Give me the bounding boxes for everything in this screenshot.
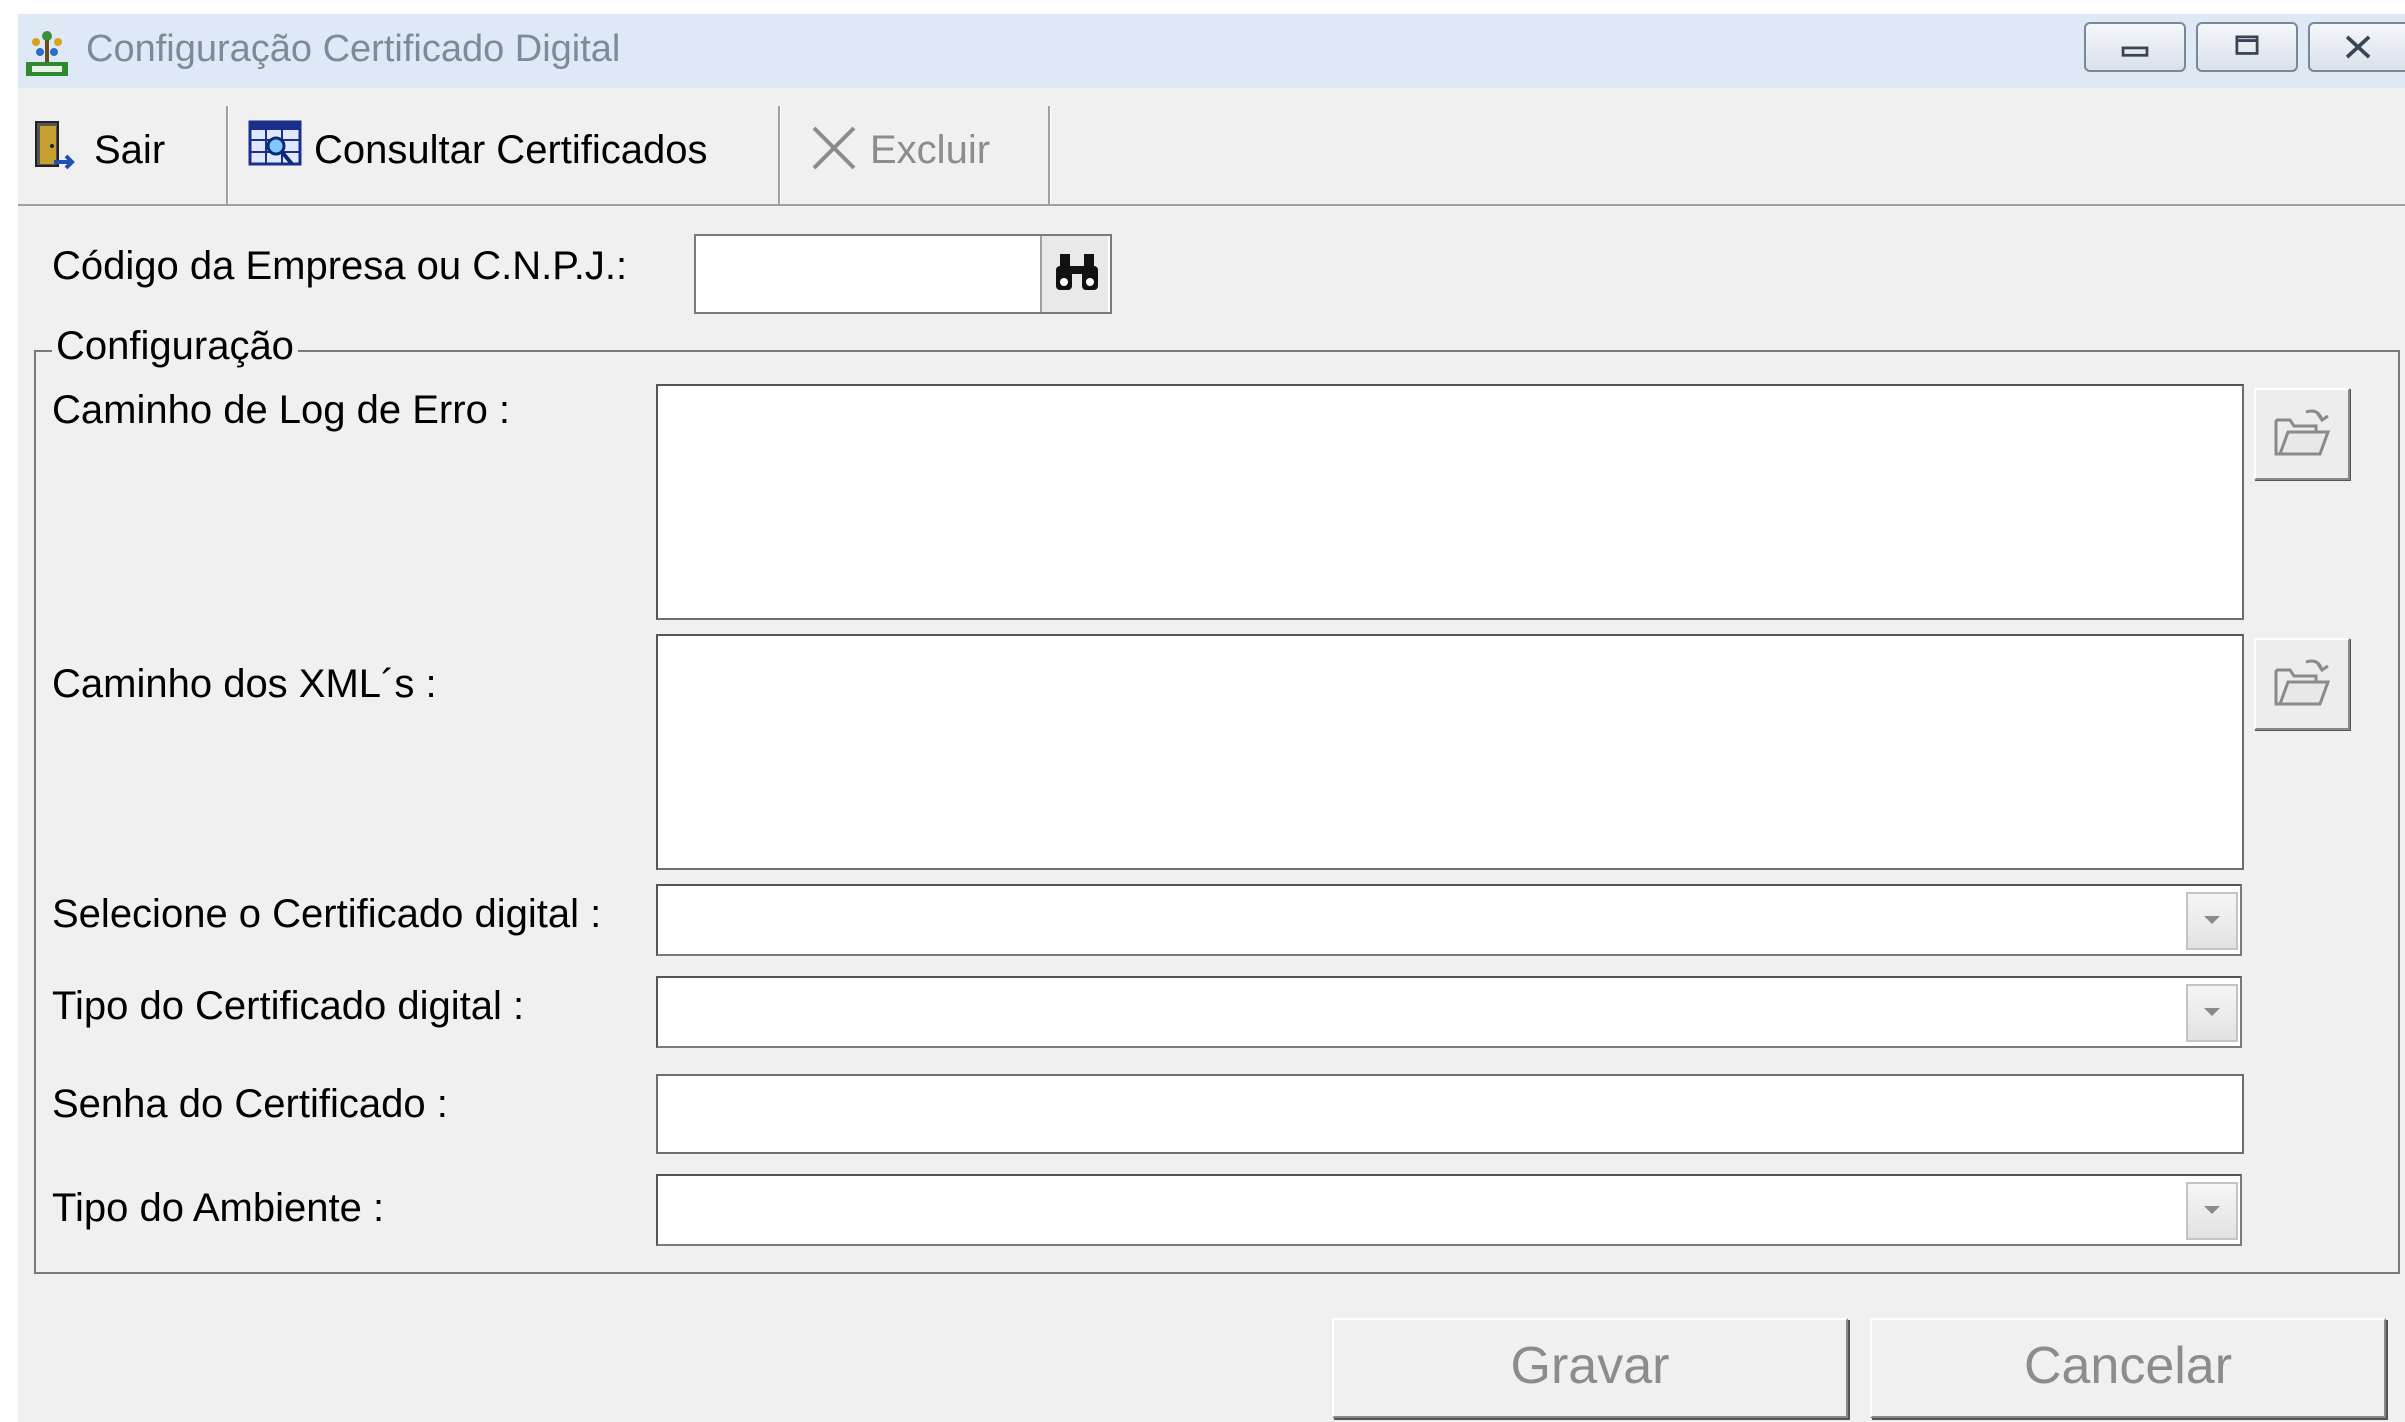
- binoculars-icon: [1056, 254, 1098, 290]
- cnpj-label: Código da Empresa ou C.N.P.J.:: [52, 244, 628, 288]
- config-certificado-window: Configuração Certificado Digital Sair Co…: [18, 14, 2405, 1422]
- consultar-label: Consultar Certificados: [314, 128, 708, 172]
- tipo-certificado-dropdown-button[interactable]: [2186, 984, 2238, 1042]
- cancelar-label: Cancelar: [2023, 1337, 2233, 1395]
- sair-label: Sair: [94, 128, 166, 172]
- senha-label: Senha do Certificado :: [52, 1082, 448, 1126]
- ambiente-dropdown-button[interactable]: [2186, 1182, 2238, 1240]
- xml-path-textarea[interactable]: [656, 634, 2244, 870]
- chevron-down-icon: [2204, 916, 2220, 924]
- xml-path-label: Caminho dos XML´s :: [52, 662, 437, 706]
- ambiente-label: Tipo do Ambiente :: [52, 1186, 385, 1230]
- close-icon: [2345, 35, 2371, 59]
- maximize-button[interactable]: [2196, 22, 2298, 72]
- open-folder-icon: [2274, 409, 2331, 456]
- excluir-label: Excluir: [870, 128, 991, 172]
- gravar-label: Gravar: [1510, 1337, 1670, 1395]
- chevron-down-icon: [2204, 1206, 2220, 1214]
- sair-button[interactable]: Sair: [18, 88, 226, 204]
- configuracao-legend: Configuração: [52, 324, 298, 369]
- log-erro-path-textarea[interactable]: [656, 384, 2244, 620]
- log-erro-label: Caminho de Log de Erro :: [52, 388, 511, 432]
- app-icon: [22, 24, 72, 78]
- toolbar-separator: [226, 106, 229, 204]
- chevron-down-icon: [2204, 1008, 2220, 1016]
- tipo-certificado-label: Tipo do Certificado digital :: [52, 984, 525, 1028]
- cancelar-button[interactable]: Cancelar: [1870, 1318, 2386, 1418]
- search-button[interactable]: [1040, 236, 1108, 312]
- xml-browse-button[interactable]: [2254, 638, 2350, 730]
- toolbar-separator: [1048, 106, 1051, 204]
- grid-search-icon: [248, 120, 302, 166]
- exit-door-icon: [35, 121, 75, 170]
- title-bar[interactable]: Configuração Certificado Digital: [18, 14, 2405, 88]
- window-title: Configuração Certificado Digital: [86, 28, 621, 70]
- excluir-button[interactable]: Excluir: [782, 88, 1048, 204]
- ambiente-select[interactable]: [656, 1174, 2242, 1246]
- minimize-icon: [2121, 46, 2149, 57]
- x-delete-icon: [812, 126, 856, 170]
- toolbar-separator: [778, 106, 781, 204]
- consultar-certificados-button[interactable]: Consultar Certificados: [230, 88, 778, 204]
- certificado-select[interactable]: [656, 884, 2242, 956]
- toolbar: Sair Consultar Certificados Excluir: [18, 88, 2405, 206]
- senha-input[interactable]: [656, 1074, 2244, 1154]
- open-folder-icon: [2274, 659, 2331, 706]
- close-button[interactable]: [2308, 22, 2405, 72]
- gravar-button[interactable]: Gravar: [1332, 1318, 1848, 1418]
- minimize-button[interactable]: [2084, 22, 2186, 72]
- certificado-label: Selecione o Certificado digital :: [52, 892, 602, 936]
- tipo-certificado-select[interactable]: [656, 976, 2242, 1048]
- certificado-dropdown-button[interactable]: [2186, 892, 2238, 950]
- log-erro-browse-button[interactable]: [2254, 388, 2350, 480]
